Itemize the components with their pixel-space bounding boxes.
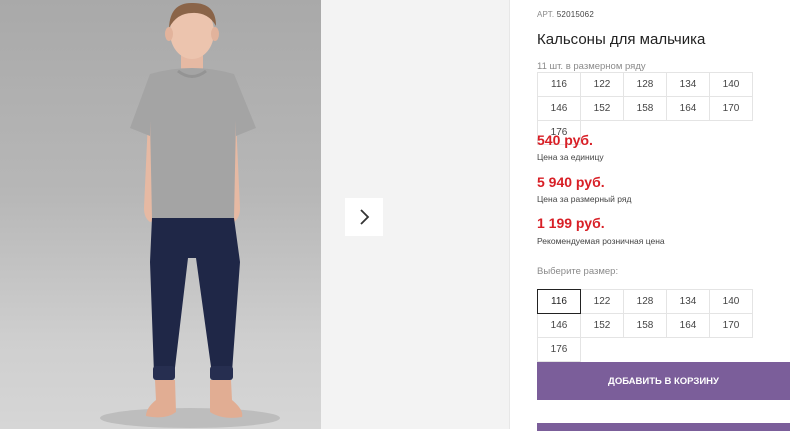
add-to-cart-button[interactable]: ДОБАВИТЬ В КОРЗИНУ: [537, 362, 790, 400]
article-number: АРТ. 52015062: [537, 10, 594, 19]
product-title: Кальсоны для мальчика: [537, 31, 706, 48]
pack-size-note: 11 шт. в размерном ряду: [537, 61, 646, 72]
size-option-140[interactable]: 140: [709, 289, 753, 314]
pack-size-cell: 128: [623, 72, 667, 97]
size-option-164[interactable]: 164: [666, 313, 710, 338]
article-value: 52015062: [556, 10, 594, 19]
choose-size-label: Выберите размер:: [537, 266, 619, 277]
unit-price-label: Цена за единицу: [537, 152, 604, 162]
article-label: АРТ.: [537, 10, 555, 19]
pack-size-cell: 116: [537, 72, 581, 97]
retail-price-label: Рекомендуемая розничная цена: [537, 236, 665, 246]
size-option-122[interactable]: 122: [580, 289, 624, 314]
set-price: 5 940 руб.: [537, 174, 605, 190]
size-option-152[interactable]: 152: [580, 313, 624, 338]
size-option-128[interactable]: 128: [623, 289, 667, 314]
retail-price: 1 199 руб.: [537, 215, 605, 231]
pack-size-cell: 140: [709, 72, 753, 97]
product-gallery: [0, 0, 509, 429]
pack-size-cell: 122: [580, 72, 624, 97]
next-image-button[interactable]: [345, 198, 383, 236]
size-option-170[interactable]: 170: [709, 313, 753, 338]
pack-size-cell: 152: [580, 96, 624, 121]
size-picker: 116 122 128 134 140 146 152 158 164 170 …: [537, 289, 792, 362]
size-option-146[interactable]: 146: [537, 313, 581, 338]
size-option-176[interactable]: 176: [537, 337, 581, 362]
product-info-panel: АРТ. 52015062 Кальсоны для мальчика 11 ш…: [510, 0, 800, 431]
chevron-right-icon: [360, 209, 370, 225]
set-price-label: Цена за размерный ряд: [537, 194, 632, 204]
size-option-116[interactable]: 116: [537, 289, 581, 314]
pack-size-cell: 164: [666, 96, 710, 121]
product-photo[interactable]: [0, 0, 321, 429]
boy-illustration: [100, 2, 280, 428]
pack-size-cell: 134: [666, 72, 710, 97]
pack-size-cell: 146: [537, 96, 581, 121]
pack-size-cell: 158: [623, 96, 667, 121]
pack-size-cell: 170: [709, 96, 753, 121]
unit-price: 540 руб.: [537, 132, 593, 148]
size-option-158[interactable]: 158: [623, 313, 667, 338]
size-option-134[interactable]: 134: [666, 289, 710, 314]
secondary-action-button[interactable]: [537, 423, 790, 431]
